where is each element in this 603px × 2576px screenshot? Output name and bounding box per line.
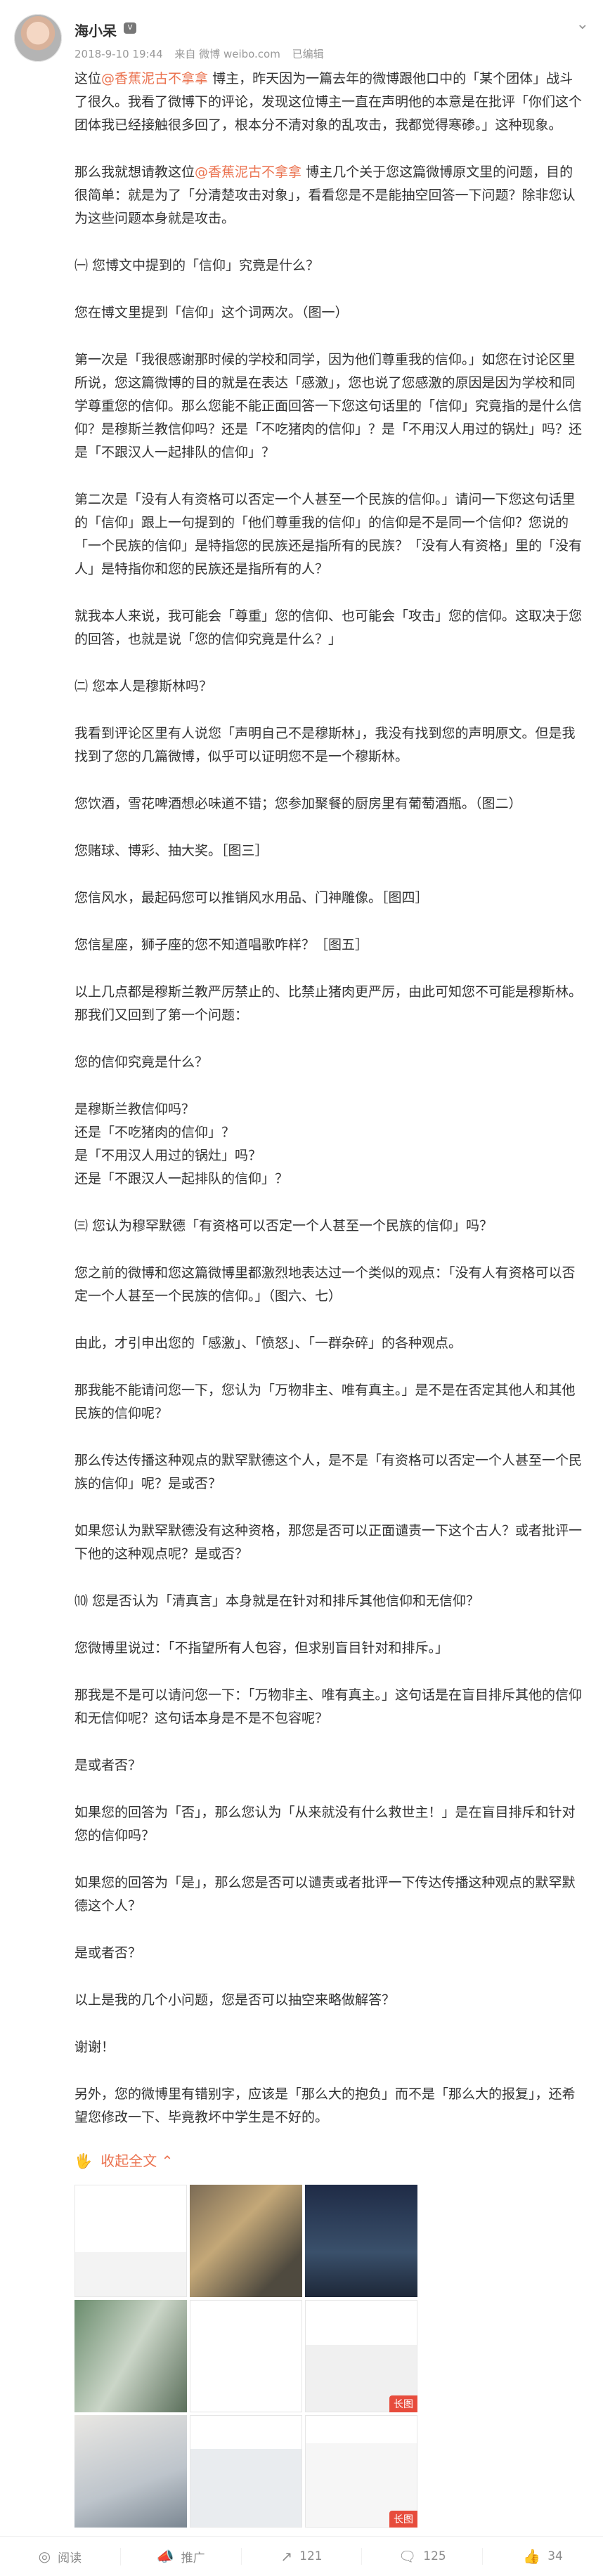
para-10: 您饮酒，雪花啤酒想必味道不错；您参加聚餐的厨房里有葡萄酒瓶。（图二） [74,796,522,811]
member-icon: V [124,22,136,34]
para-7: 就我本人来说，我可能会「尊重」您的信仰、也可能会「攻击」您的信仰。这取决于您的回… [74,608,583,647]
post-datetime[interactable]: 2018-9-10 19:44 [74,48,163,60]
para-32: 另外，您的微博里有错别字，应该是「那么大的抱负」而不是「那么大的报复」，还希望您… [74,2086,576,2125]
image-thumb-8[interactable] [190,2415,302,2528]
mention-link[interactable]: @香蕉泥古不拿拿 [101,71,208,86]
line: 还是「不跟汉人一起排队的信仰」？ [74,1171,289,1186]
para-18: 您之前的微博和您这篇微博里都激烈地表达过一个类似的观点：「没有人有资格可以否定一… [74,1265,576,1304]
megaphone-icon: 📣 [156,2548,174,2565]
post-source: 来自 微博 weibo.com [174,48,280,60]
para-13: 您信星座，狮子座的您不知道唱歌咋样？［图五］ [74,937,369,953]
weibo-post: 海小呆 V 2018-9-10 19:44 来自 微博 weibo.com 已编… [0,0,603,2575]
comment-button[interactable]: 🗨 125 [361,2548,482,2565]
para-15: 您的信仰究竟是什么？ [74,1054,209,1070]
chevron-down-icon[interactable]: ⌄ [576,15,589,33]
para-4: 您在博文里提到「信仰」这个词两次。（图一） [74,305,349,320]
para-26: 是或者否？ [74,1758,142,1773]
promote-label: 推广 [181,2551,205,2565]
para-28: 如果您的回答为「是」，那么您是否可以谴责或者批评一下传达传播这种观点的默罕默德这… [74,1875,576,1914]
para-29: 是或者否？ [74,1945,142,1961]
para-9: 我看到评论区里有人说您「声明自己不是穆斯林」，我没有找到您的声明原文。但是我找到… [74,726,576,764]
read-label: 阅读 [58,2551,82,2565]
image-thumb-6[interactable]: 长图 [305,2300,417,2412]
para-30: 以上是我的几个小问题，您是否可以抽空来略做解答？ [74,1992,396,2008]
para-11: 您赌球、博彩、抽大奖。［图三］ [74,843,268,858]
image-thumb-5[interactable] [190,2300,302,2412]
repost-button[interactable]: ↗ 121 [240,2548,362,2565]
like-icon: 👍 [523,2548,541,2565]
para-27: 如果您的回答为「否」，那么您认为「从来就没有什么救世主！」是在盲目排斥和针对您的… [74,1805,576,1843]
para-17: ㈢ 您认为穆罕默德「有资格可以否定一个人甚至一个民族的信仰」吗？ [74,1218,493,1234]
line: 还是「不吃猪肉的信仰」？ [74,1125,235,1140]
like-button[interactable]: 👍 34 [482,2548,603,2565]
mention-link[interactable]: @香蕉泥古不拿拿 [195,164,302,180]
para-25: 那我是不是可以请问您一下：「万物非主、唯有真主。」这句话是在盲目排斥其他的信仰和… [74,1687,583,1726]
para-2: 那么我就想请教这位@香蕉泥古不拿拿 博主几个关于您这篇微博原文里的问题，目的很简… [74,161,583,230]
para-5: 第一次是「我很感谢那时候的学校和同学，因为他们尊重我的信仰。」如您在讨论区里所说… [74,352,583,460]
para-12: 您信风水，最起码您可以推销风水用品、门神雕像。［图四］ [74,890,429,905]
para-23: ⑽ 您是否认为「清真言」本身就是在针对和排斥其他信仰和无信仰？ [74,1593,480,1609]
like-count: 34 [547,2549,563,2563]
image-grid: 长图 长图 [74,2185,417,2528]
long-image-badge: 长图 [389,2511,417,2528]
collapse-label: 收起全文 [100,2152,157,2169]
comment-icon: 🗨 [398,2548,417,2565]
username[interactable]: 海小呆 [74,20,117,40]
line: 是穆斯兰教信仰吗？ [74,1101,195,1117]
para-22: 如果您认为默罕默德没有这种资格，那您是否可以正面谴责一下这个古人？或者批评一下他… [74,1523,583,1562]
repost-count: 121 [299,2549,323,2563]
collapse-text-button[interactable]: 🖐 收起全文 ⌃ [74,2150,173,2170]
post-content: 这位@香蕉泥古不拿拿 博主，昨天因为一篇去年的微博跟他口中的「某个团体」战斗了很… [74,67,583,2153]
chevron-up-icon: ⌃ [161,2152,174,2169]
post-edited: 已编辑 [292,48,324,60]
para-3: ㈠ 您博文中提到的「信仰」究竟是什么？ [74,258,320,273]
text: 这位 [74,71,102,86]
line: 是「不用汉人用过的锅灶」吗？ [74,1148,262,1163]
para-21: 那么传达传播这种观点的默罕默德这个人，是不是「有资格可以否定一个人甚至一个民族的… [74,1453,583,1491]
image-thumb-4[interactable] [74,2300,187,2412]
text: 那么我就想请教这位 [74,164,195,180]
image-thumb-1[interactable] [74,2185,187,2297]
image-thumb-2[interactable] [190,2185,302,2297]
avatar[interactable] [14,14,62,62]
para-24: 您微博里说过：「不指望所有人包容，但求别盲目针对和排斥。」 [74,1640,449,1656]
image-thumb-3[interactable] [305,2185,417,2297]
para-20: 那我能不能请问您一下，您认为「万物非主、唯有真主。」是不是在否定其他人和其他民族… [74,1382,576,1421]
para-6: 第二次是「没有人有资格可以否定一个人甚至一个民族的信仰。」请问一下您这句话里的「… [74,492,583,577]
image-thumb-9[interactable]: 长图 [305,2415,417,2528]
para-19: 由此，才引申出您的「感激」、「愤怒」、「一群杂碎」的各种观点。 [74,1335,462,1351]
post-actions: ◎ 阅读 📣 推广 ↗ 121 🗨 125 👍 34 [0,2536,603,2576]
para-31: 谢谢！ [74,2039,115,2055]
read-button[interactable]: ◎ 阅读 [0,2548,120,2565]
long-image-badge: 长图 [389,2395,417,2412]
post-meta: 2018-9-10 19:44 来自 微博 weibo.com 已编辑 [74,46,332,61]
para-1: 这位@香蕉泥古不拿拿 博主，昨天因为一篇去年的微博跟他口中的「某个团体」战斗了很… [74,67,583,137]
promote-button[interactable]: 📣 推广 [119,2547,241,2565]
comment-count: 125 [423,2549,446,2563]
para-8: ㈡ 您本人是穆斯林吗？ [74,679,213,694]
repost-icon: ↗ [280,2548,293,2565]
para-14: 以上几点都是穆斯兰教严厉禁止的、比禁止猪肉更严厉，由此可知您不可能是穆斯林。那我… [74,984,583,1023]
para-16: 是穆斯兰教信仰吗？ 还是「不吃猪肉的信仰」？ 是「不用汉人用过的锅灶」吗？ 还是… [74,1098,583,1191]
hand-icon: 🖐 [74,2152,92,2169]
eye-icon: ◎ [38,2548,51,2565]
image-thumb-7[interactable] [74,2415,187,2528]
